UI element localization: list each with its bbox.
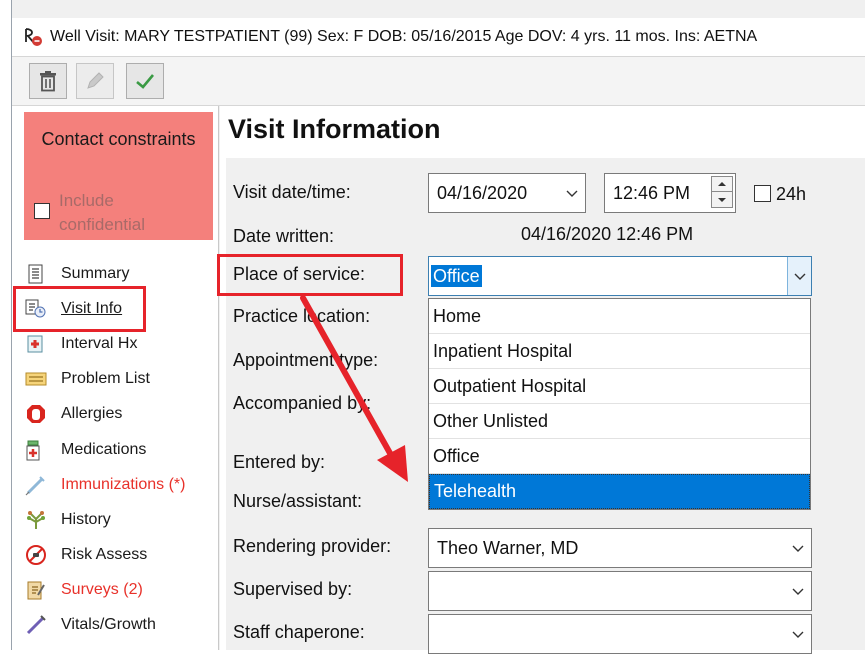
staff-chaperone-label: Staff chaperone: — [233, 622, 365, 642]
visit-info-icon — [23, 298, 49, 320]
visit-time-input[interactable]: 12:46 PM — [604, 173, 736, 213]
chevron-down-icon — [794, 273, 805, 280]
24h-checkbox[interactable] — [754, 185, 771, 202]
time-spinner[interactable] — [711, 176, 733, 208]
chevron-down-icon — [791, 629, 805, 639]
contact-constraints-panel: Contact constraints Include confidential — [24, 112, 213, 240]
nurse-assistant-label: Nurse/assistant: — [233, 491, 363, 511]
staff-chaperone-select[interactable] — [428, 614, 812, 654]
visit-date-picker[interactable]: 04/16/2020 — [428, 173, 586, 213]
trash-icon — [40, 71, 56, 92]
problem-list-icon — [23, 368, 49, 390]
summary-icon — [23, 263, 49, 285]
chevron-down-icon — [565, 188, 579, 198]
sidebar-item-summary[interactable]: Summary — [12, 256, 219, 291]
supervised-by-select[interactable] — [428, 571, 812, 611]
practice-location-label: Practice location: — [233, 306, 371, 326]
appointment-type-label: Appointment type: — [233, 350, 379, 370]
confirm-button[interactable] — [126, 63, 164, 99]
place-of-service-options: Home Inpatient Hospital Outpatient Hospi… — [428, 298, 811, 510]
medications-icon — [23, 439, 49, 461]
vitals-icon — [23, 614, 49, 636]
sidebar-item-history[interactable]: History — [12, 502, 219, 537]
checkmark-icon — [136, 74, 154, 89]
option-telehealth[interactable]: Telehealth — [429, 474, 810, 509]
option-outpatient-hospital[interactable]: Outpatient Hospital — [429, 369, 810, 404]
place-of-service-select[interactable]: Office — [428, 256, 812, 296]
include-confidential-label: Include confidential — [59, 191, 146, 234]
sidebar-nav: Summary Visit Info Interval Hx Problem L… — [12, 256, 219, 643]
risk-assess-icon — [23, 544, 49, 566]
contact-constraints-title: Contact constraints — [41, 129, 196, 149]
edit-button[interactable] — [76, 63, 114, 99]
sidebar: Contact constraints Include confidential… — [12, 106, 219, 650]
option-inpatient-hospital[interactable]: Inpatient Hospital — [429, 334, 810, 369]
rx-icon — [22, 26, 44, 48]
sidebar-item-interval-hx[interactable]: Interval Hx — [12, 326, 219, 361]
option-office[interactable]: Office — [429, 439, 810, 474]
24h-label: 24h — [776, 184, 807, 204]
sidebar-item-visit-info[interactable]: Visit Info — [12, 291, 219, 326]
option-home[interactable]: Home — [429, 299, 810, 334]
allergies-icon — [23, 403, 49, 425]
spin-up-icon[interactable] — [712, 177, 732, 192]
sidebar-item-surveys[interactable]: Surveys (2) — [12, 573, 219, 608]
date-written-label: Date written: — [233, 226, 335, 246]
supervised-by-label: Supervised by: — [233, 579, 353, 599]
sidebar-item-allergies[interactable]: Allergies — [12, 397, 219, 432]
title-text: Well Visit: MARY TESTPATIENT (99) Sex: F… — [50, 28, 758, 45]
place-of-service-label: Place of service: — [233, 264, 366, 284]
chevron-down-icon — [791, 586, 805, 596]
spin-down-icon[interactable] — [712, 192, 732, 207]
pencil-icon — [87, 72, 104, 89]
delete-button[interactable] — [29, 63, 67, 99]
sidebar-item-vitals-growth[interactable]: Vitals/Growth — [12, 608, 219, 643]
toolbar — [12, 56, 865, 106]
sidebar-item-risk-assess[interactable]: Risk Assess — [12, 538, 219, 573]
sidebar-item-medications[interactable]: Medications — [12, 432, 219, 467]
accompanied-by-label: Accompanied by: — [233, 393, 372, 413]
visit-datetime-label: Visit date/time: — [233, 182, 351, 202]
surveys-icon — [23, 579, 49, 601]
date-written-value: 04/16/2020 12:46 PM — [521, 224, 694, 244]
interval-hx-icon — [23, 333, 49, 355]
place-of-service-value: Office — [431, 265, 482, 287]
page-title: Visit Information — [228, 114, 441, 144]
visit-title-bar: Well Visit: MARY TESTPATIENT (99) Sex: F… — [12, 18, 865, 56]
sidebar-item-problem-list[interactable]: Problem List — [12, 362, 219, 397]
syringe-icon — [23, 474, 49, 496]
chevron-down-icon — [791, 543, 805, 553]
entered-by-label: Entered by: — [233, 452, 326, 472]
include-confidential-checkbox[interactable] — [34, 203, 50, 219]
option-other-unlisted[interactable]: Other Unlisted — [429, 404, 810, 439]
rendering-provider-label: Rendering provider: — [233, 536, 392, 556]
sidebar-item-immunizations[interactable]: Immunizations (*) — [12, 467, 219, 502]
rendering-provider-select[interactable]: Theo Warner, MD — [428, 528, 812, 568]
history-icon — [23, 509, 49, 531]
place-of-service-dropdown-button[interactable] — [787, 257, 811, 295]
